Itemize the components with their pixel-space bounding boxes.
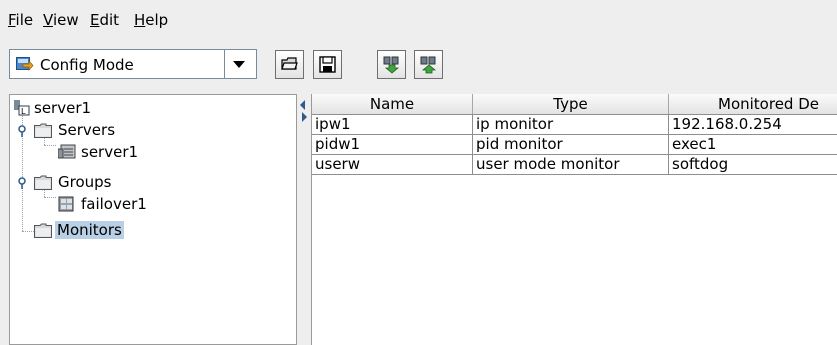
monitors-table: Name Type Monitored De ipw1 ip monitor 1…	[311, 94, 837, 345]
mode-select-value: Config Mode	[40, 56, 134, 74]
cell-type: ip monitor	[473, 115, 669, 135]
download-config-button[interactable]	[377, 50, 406, 79]
cluster-icon: L	[14, 100, 30, 116]
cell-name: pidw1	[312, 135, 473, 155]
collapse-left-icon[interactable]	[300, 100, 305, 110]
tree-line	[44, 145, 56, 146]
save-disk-icon	[319, 56, 336, 73]
save-button[interactable]	[313, 50, 342, 79]
cell-name: ipw1	[312, 115, 473, 135]
main-area: L server1 Servers server1 Groups failove…	[9, 94, 837, 345]
svg-text:L: L	[21, 107, 26, 116]
folder-icon	[34, 223, 52, 238]
column-header-monitored[interactable]: Monitored De	[669, 94, 837, 114]
column-header-name[interactable]: Name	[312, 94, 473, 114]
expand-toggle-icon[interactable]	[16, 177, 28, 189]
mode-select[interactable]: Config Mode	[9, 49, 257, 79]
tree-label-monitors: Monitors	[55, 221, 124, 239]
upload-config-icon	[420, 56, 437, 74]
toolbar: Config Mode	[0, 44, 837, 88]
server-icon	[58, 144, 76, 159]
upload-config-button[interactable]	[414, 50, 443, 79]
open-button[interactable]	[275, 50, 304, 79]
tree-line	[22, 231, 34, 232]
cell-monitored: exec1	[669, 135, 837, 155]
menu-file[interactable]: File	[8, 11, 33, 29]
tree-label-groups: Groups	[58, 173, 112, 191]
cell-type: user mode monitor	[473, 155, 669, 175]
tree-label-failover-group: failover1	[81, 195, 147, 213]
cell-type: pid monitor	[473, 135, 669, 155]
table-row[interactable]: pidw1 pid monitor exec1	[312, 135, 837, 155]
table-row[interactable]: ipw1 ip monitor 192.168.0.254	[312, 115, 837, 135]
download-config-icon	[383, 56, 400, 74]
table-row[interactable]: userw user mode monitor softdog	[312, 155, 837, 175]
folder-icon	[34, 175, 52, 190]
menu-bar: File View Edit Help	[0, 0, 837, 36]
cell-monitored: softdog	[669, 155, 837, 175]
collapse-right-icon[interactable]	[302, 112, 307, 122]
tree-line	[44, 197, 56, 198]
table-header: Name Type Monitored De	[312, 94, 837, 115]
menu-view[interactable]: View	[43, 11, 79, 29]
menu-help[interactable]: Help	[134, 11, 168, 29]
cell-name: userw	[312, 155, 473, 175]
tree-label-server: server1	[81, 143, 139, 161]
folder-icon	[34, 123, 52, 138]
tree-label-root: server1	[34, 99, 92, 117]
menu-edit[interactable]: Edit	[90, 11, 119, 29]
config-tree[interactable]: L server1 Servers server1 Groups failove…	[9, 94, 297, 345]
combo-separator	[224, 50, 225, 78]
expand-toggle-icon[interactable]	[16, 125, 28, 137]
chevron-down-icon[interactable]	[233, 61, 245, 68]
split-pane-divider[interactable]	[297, 94, 311, 345]
config-mode-icon	[16, 57, 34, 71]
tree-label-servers: Servers	[58, 121, 116, 139]
open-folder-icon	[281, 57, 298, 70]
column-header-type[interactable]: Type	[473, 94, 669, 114]
failover-group-icon	[58, 196, 74, 212]
cell-monitored: 192.168.0.254	[669, 115, 837, 135]
